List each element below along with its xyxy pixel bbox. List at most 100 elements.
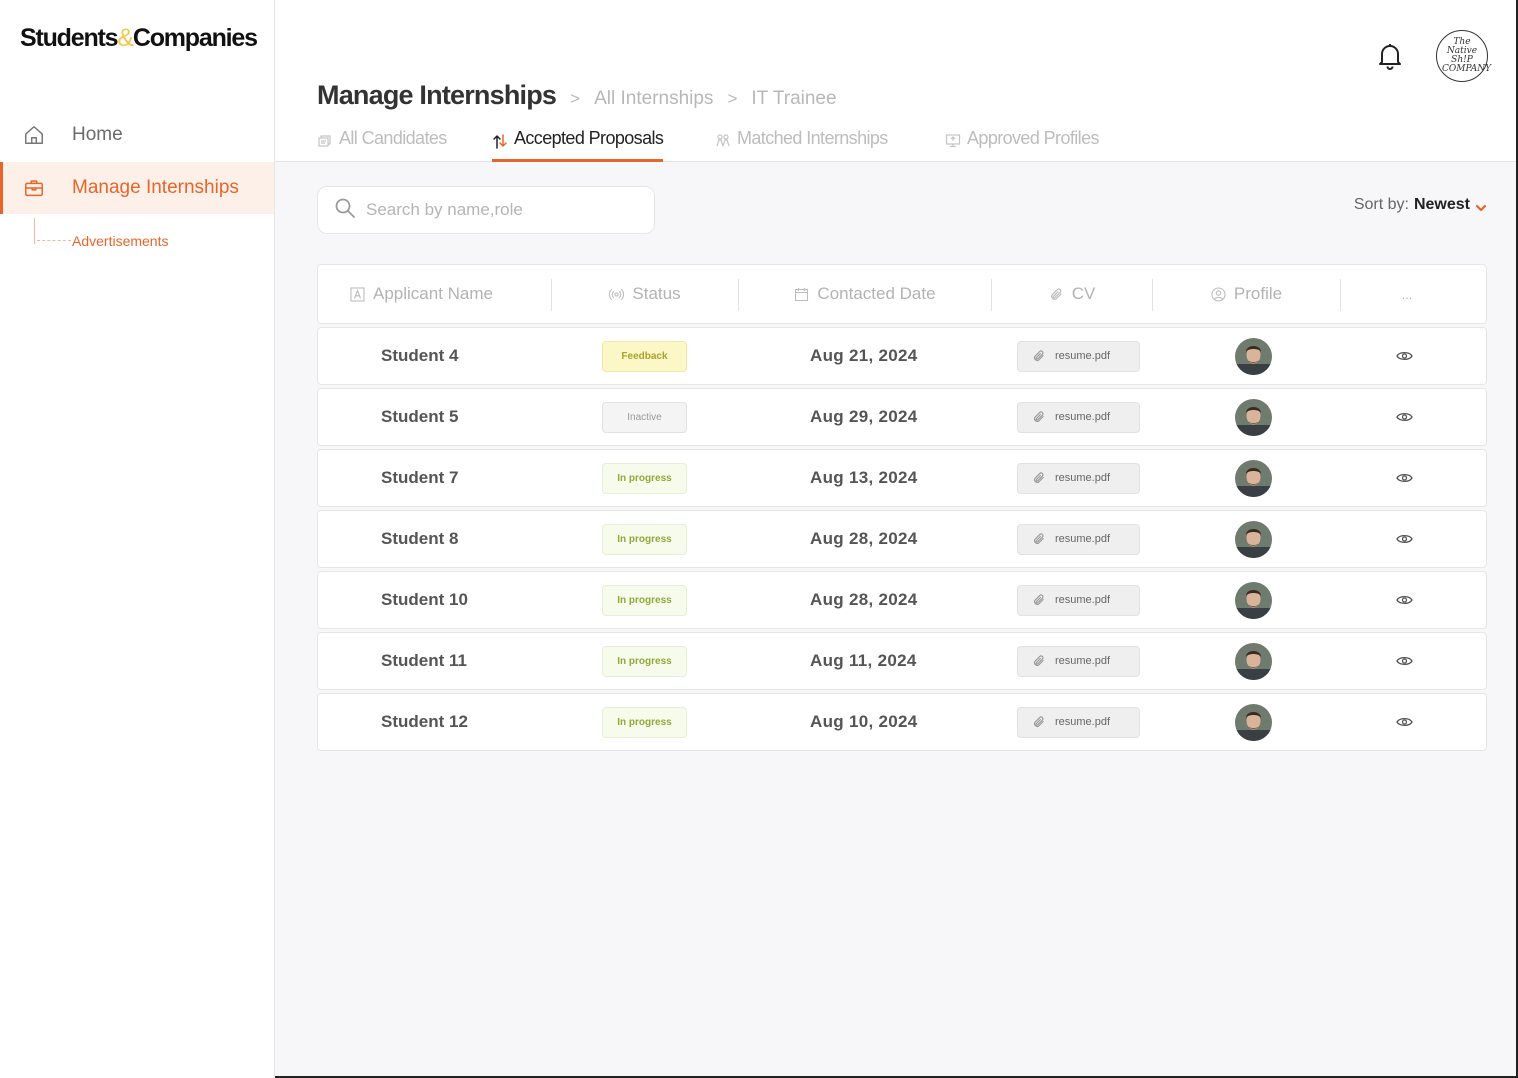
page-title: Manage Internships: [317, 80, 557, 110]
notification-bell-icon[interactable]: [1377, 42, 1403, 70]
sidebar-item-manage-internships[interactable]: Manage Internships: [0, 162, 274, 214]
contacted-date: Aug 13, 2024: [810, 468, 918, 487]
status-badge: Feedback: [602, 340, 687, 372]
avatar[interactable]: [1235, 642, 1272, 680]
breadcrumb-it-trainee[interactable]: IT Trainee: [751, 88, 836, 110]
avatar[interactable]: [1235, 581, 1272, 619]
sidebar-item-home[interactable]: Home: [0, 109, 274, 161]
table-row[interactable]: Student 10 In progress Aug 28, 2024 resume.…: [317, 571, 1487, 629]
column-applicant-name[interactable]: Applicant Name: [350, 265, 530, 323]
sidebar-item-label: Home: [72, 124, 123, 145]
view-eye-icon[interactable]: [1396, 389, 1413, 445]
tree-connector-dash: [37, 240, 71, 241]
avatar[interactable]: [1235, 520, 1272, 558]
stack-icon: [317, 132, 333, 148]
tab-all-candidates[interactable]: All Candidates: [317, 128, 447, 162]
applicant-name: Student 7: [381, 468, 459, 487]
profile-cell: [1235, 633, 1272, 689]
view-eye-icon[interactable]: [1396, 511, 1413, 567]
status-badge: In progress: [602, 706, 687, 738]
cv-cell: resume.pdf: [1017, 389, 1140, 445]
table-row[interactable]: Student 5 Inactive Aug 29, 2024 resume.pdf: [317, 388, 1487, 446]
top-bar: The Native Sh!P COMPANY Manage Internshi…: [275, 0, 1516, 162]
cv-download-button[interactable]: resume.pdf: [1017, 584, 1140, 616]
cv-cell: resume.pdf: [1017, 450, 1140, 506]
profile-cell: [1235, 389, 1272, 445]
cv-download-button[interactable]: resume.pdf: [1017, 462, 1140, 494]
cv-download-button[interactable]: resume.pdf: [1017, 523, 1140, 555]
applicant-name: Student 11: [381, 651, 467, 670]
paperclip-icon: [1032, 349, 1046, 363]
status-cell: In progress: [602, 633, 687, 689]
view-eye-icon[interactable]: [1396, 328, 1413, 384]
cv-filename: resume.pdf: [1055, 350, 1111, 362]
profile-cell: [1235, 328, 1272, 384]
breadcrumb-all-internships[interactable]: All Internships: [594, 88, 713, 110]
main-content: The Native Sh!P COMPANY Manage Internshi…: [275, 0, 1516, 1076]
status-cell: In progress: [602, 694, 687, 750]
status-cell: Inactive: [602, 389, 687, 445]
applicant-name: Student 8: [381, 529, 459, 548]
sort-dropdown[interactable]: Sort by: Newest: [1354, 196, 1487, 214]
sidebar-subitem-label: Advertisements: [72, 233, 169, 249]
cv-cell: resume.pdf: [1017, 328, 1140, 384]
applicant-name: Student 5: [381, 407, 459, 426]
tab-accepted-proposals[interactable]: Accepted Proposals: [492, 128, 664, 162]
cv-filename: resume.pdf: [1055, 472, 1111, 484]
status-cell: In progress: [602, 450, 687, 506]
table-row[interactable]: Student 12 In progress Aug 10, 2024 resume.…: [317, 693, 1487, 751]
search-icon: [334, 197, 356, 224]
avatar[interactable]: [1235, 337, 1272, 375]
status-badge: In progress: [602, 462, 687, 494]
contacted-date: Aug 21, 2024: [810, 346, 918, 365]
cv-download-button[interactable]: resume.pdf: [1017, 401, 1140, 433]
home-icon: [22, 123, 46, 147]
profile-cell: [1235, 572, 1272, 628]
status-badge: In progress: [602, 645, 687, 677]
tab-matched-internships[interactable]: Matched Internships: [715, 128, 888, 162]
table-row[interactable]: Student 11 In progress Aug 11, 2024 resume.…: [317, 632, 1487, 690]
cv-download-button[interactable]: resume.pdf: [1017, 645, 1140, 677]
view-eye-icon[interactable]: [1396, 450, 1413, 506]
app-frame: Students&Companies Home Manage Internshi…: [0, 0, 1518, 1078]
view-eye-icon[interactable]: [1396, 694, 1413, 750]
table-row[interactable]: Student 8 In progress Aug 28, 2024 resume.p…: [317, 510, 1487, 568]
column-status[interactable]: Status: [552, 265, 738, 323]
profile-cell: [1235, 694, 1272, 750]
signal-icon: [609, 287, 625, 302]
chevron-down-icon: [1475, 200, 1487, 212]
avatar[interactable]: [1235, 703, 1272, 741]
contacted-date: Aug 10, 2024: [810, 712, 918, 731]
profile-cell: [1235, 511, 1272, 567]
search-box[interactable]: [317, 186, 655, 234]
paperclip-icon: [1049, 287, 1064, 302]
letter-a-icon: [350, 286, 365, 302]
column-actions[interactable]: ...: [1341, 265, 1473, 323]
cv-cell: resume.pdf: [1017, 572, 1140, 628]
column-contacted-date[interactable]: Contacted Date: [739, 265, 991, 323]
column-cv[interactable]: CV: [992, 265, 1152, 323]
table-row[interactable]: Student 4 Feedback Aug 21, 2024 resume.pdf: [317, 327, 1487, 385]
cv-filename: resume.pdf: [1055, 716, 1111, 728]
tab-approved-profiles[interactable]: Approved Profiles: [945, 128, 1099, 162]
cv-download-button[interactable]: resume.pdf: [1017, 706, 1140, 738]
contacted-date: Aug 29, 2024: [810, 407, 918, 426]
avatar[interactable]: [1235, 459, 1272, 497]
avatar[interactable]: [1235, 398, 1272, 436]
app-logo[interactable]: Students&Companies: [20, 24, 258, 53]
company-avatar[interactable]: The Native Sh!P COMPANY: [1436, 30, 1491, 82]
paperclip-icon: [1032, 654, 1046, 668]
view-eye-icon[interactable]: [1396, 633, 1413, 689]
paperclip-icon: [1032, 471, 1046, 485]
cv-cell: resume.pdf: [1017, 633, 1140, 689]
swap-arrows-icon: [492, 132, 508, 149]
briefcase-icon: [22, 176, 46, 200]
view-eye-icon[interactable]: [1396, 572, 1413, 628]
paperclip-icon: [1032, 715, 1046, 729]
status-cell: In progress: [602, 572, 687, 628]
cv-download-button[interactable]: resume.pdf: [1017, 340, 1140, 372]
search-input[interactable]: [366, 200, 626, 220]
column-profile[interactable]: Profile: [1153, 265, 1340, 323]
people-icon: [715, 132, 731, 148]
table-row[interactable]: Student 7 In progress Aug 13, 2024 resume.p…: [317, 449, 1487, 507]
